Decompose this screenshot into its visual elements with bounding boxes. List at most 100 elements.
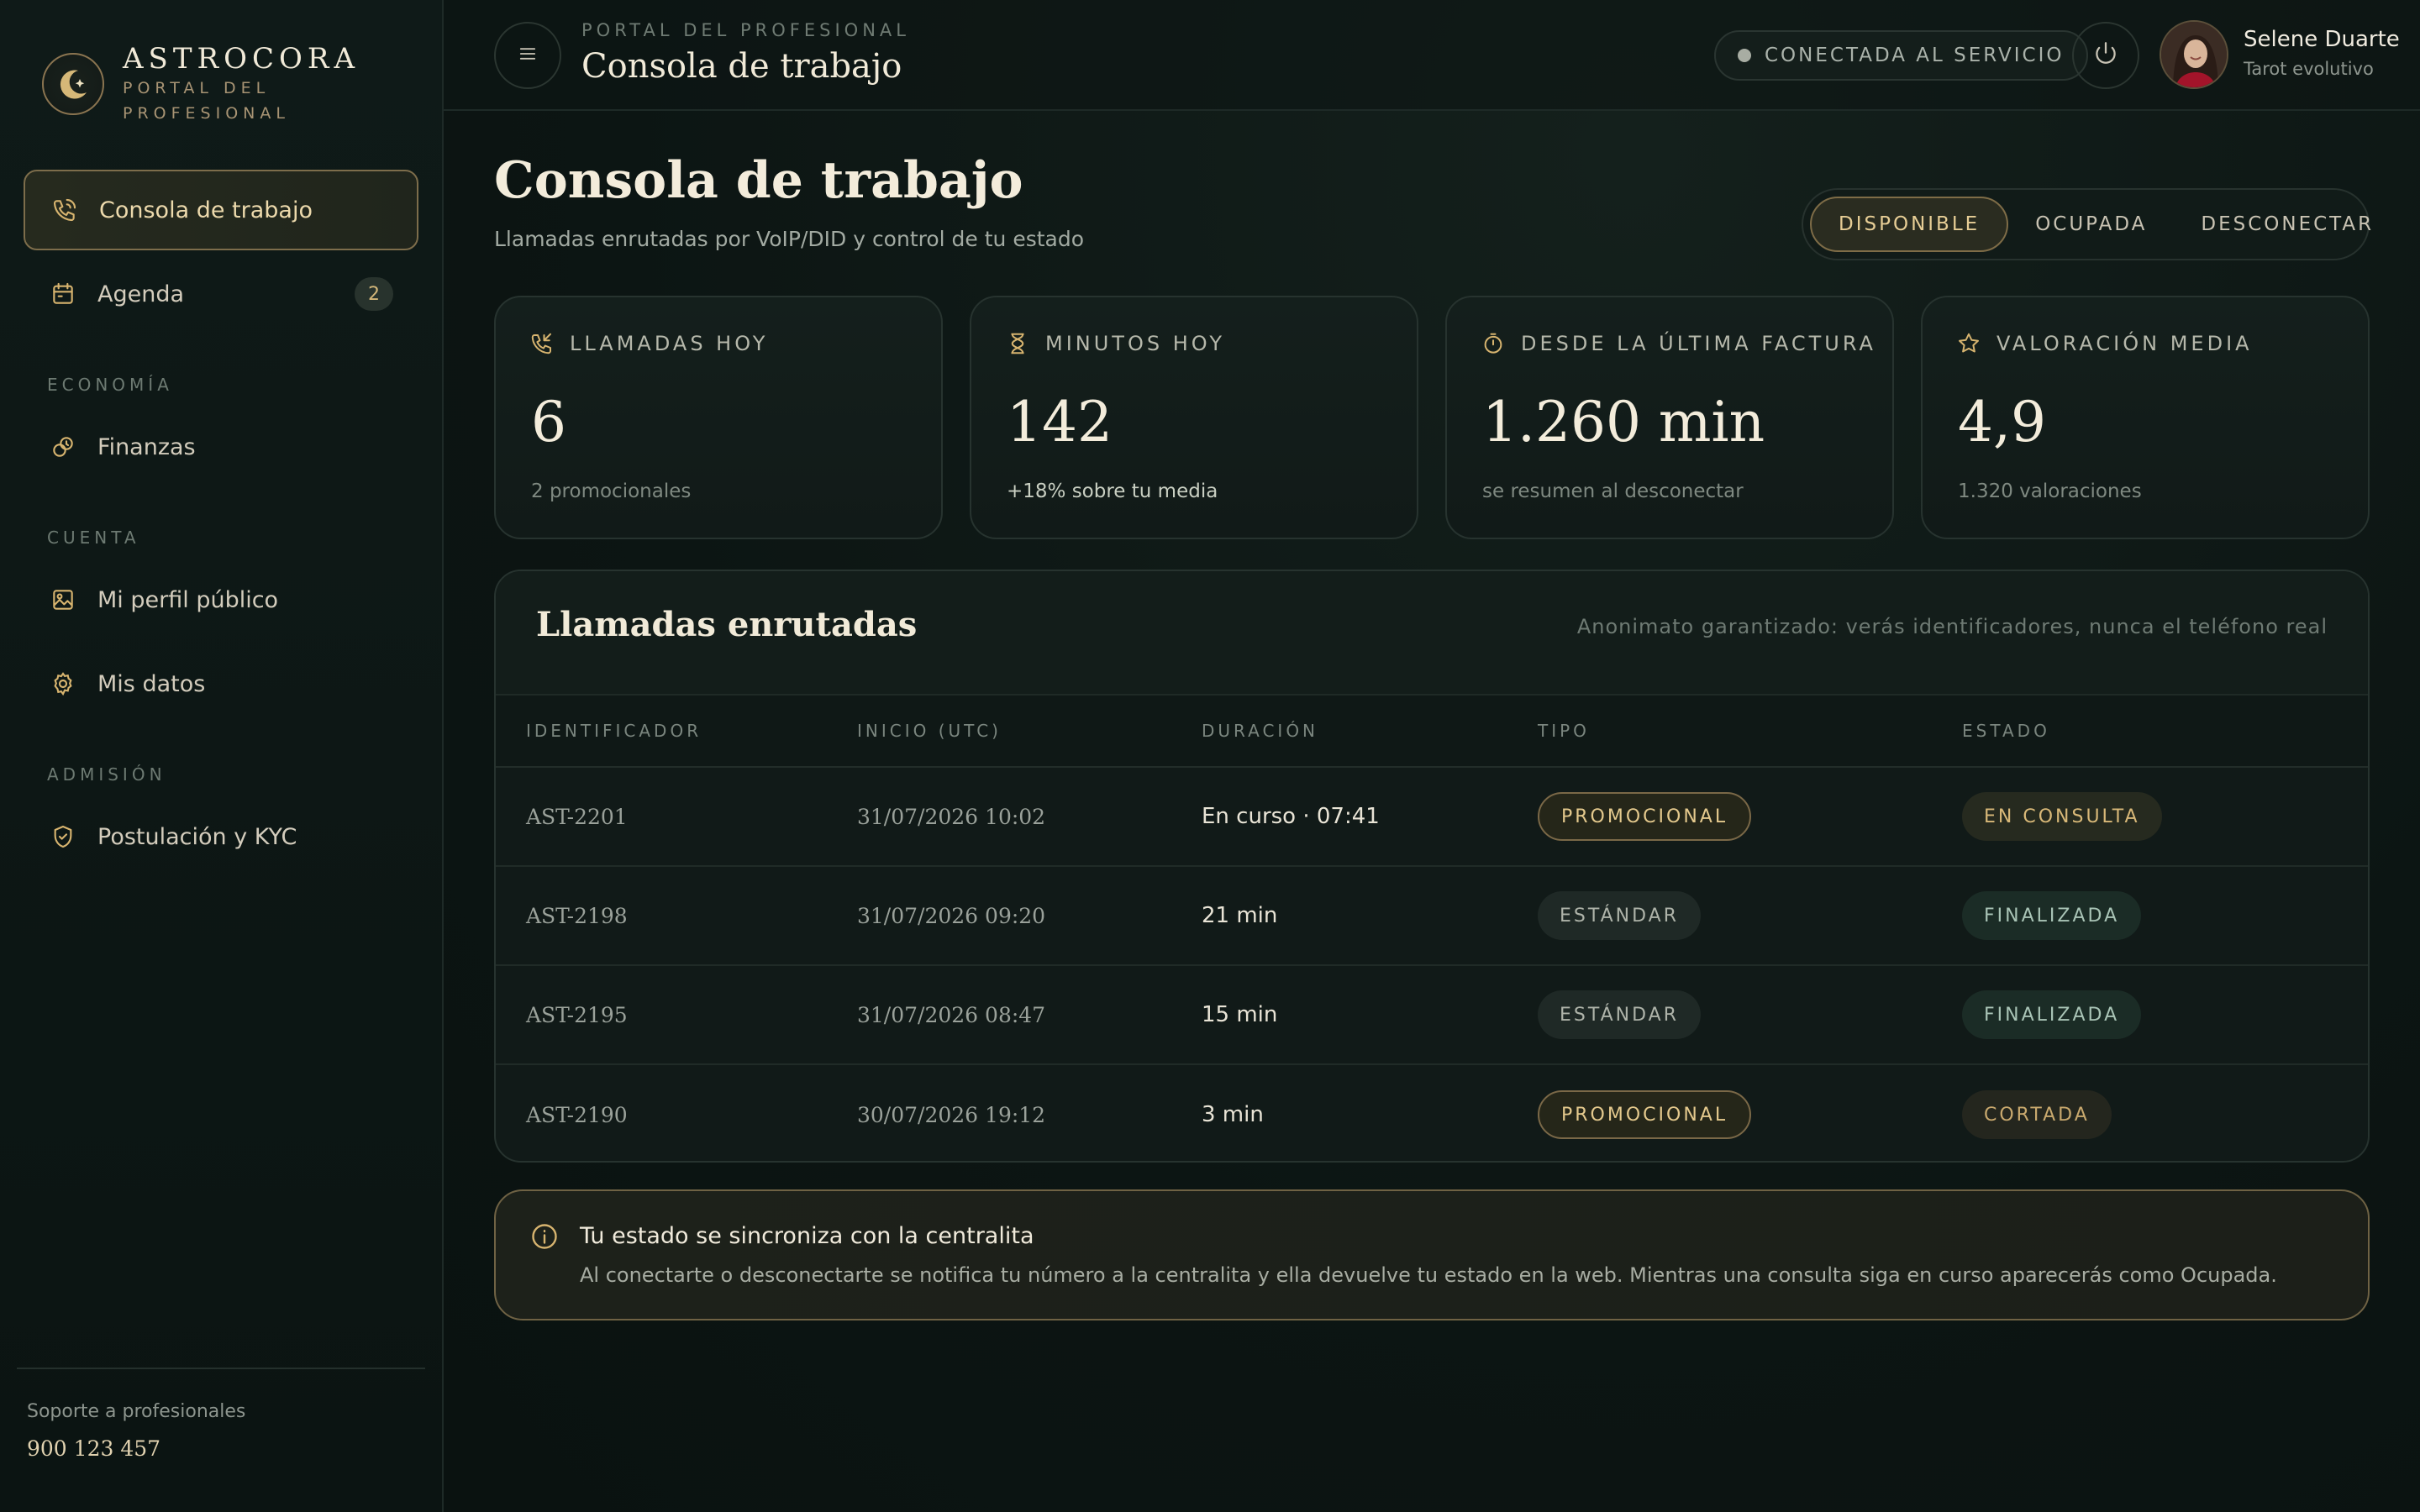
avatar[interactable] bbox=[2160, 20, 2228, 89]
call-start: 31/07/2026 10:02 bbox=[857, 804, 1046, 829]
section-economia-title: ECONOMÍA bbox=[47, 375, 173, 395]
type-badge: ESTÁNDAR bbox=[1538, 990, 1701, 1039]
image-icon bbox=[49, 585, 77, 614]
stopwatch-icon bbox=[1481, 331, 1506, 356]
call-start: 30/07/2026 19:12 bbox=[857, 1102, 1046, 1127]
call-duration: 3 min bbox=[1202, 1102, 1264, 1127]
connection-status: CONECTADA AL SERVICIO bbox=[1714, 30, 2088, 81]
sidebar-item-kyc[interactable]: Postulación y KYC bbox=[24, 796, 418, 877]
star-icon bbox=[1956, 331, 1981, 356]
calls-panel: Llamadas enrutadas Anonimato garantizado… bbox=[494, 570, 2370, 1163]
call-duration: En curso · 07:41 bbox=[1202, 804, 1380, 829]
status-badge: CORTADA bbox=[1962, 1090, 2112, 1139]
hamburger-icon bbox=[516, 42, 539, 69]
table-row[interactable]: AST-2198 31/07/2026 09:20 21 min ESTÁNDA… bbox=[496, 867, 2368, 966]
page-title: Consola de trabajo bbox=[494, 151, 1023, 210]
agenda-count-badge: 2 bbox=[355, 277, 393, 311]
info-icon bbox=[529, 1221, 560, 1252]
moon-logo-icon bbox=[42, 53, 104, 115]
section-admision-title: ADMISIÓN bbox=[47, 764, 166, 785]
sidebar-item-label: Agenda bbox=[97, 281, 185, 307]
stat-card-valoracion: VALORACIÓN MEDIA 4,9 1.320 valoraciones bbox=[1921, 296, 2370, 539]
call-id: AST-2190 bbox=[526, 1102, 628, 1127]
stat-card-minutos: MINUTOS HOY 142 +18% sobre tu media bbox=[970, 296, 1418, 539]
call-id: AST-2195 bbox=[526, 1002, 628, 1027]
sidebar-item-label: Mi perfil público bbox=[97, 586, 279, 613]
stat-card-factura: DESDE LA ÚLTIMA FACTURA 1.260 min se res… bbox=[1445, 296, 1894, 539]
call-duration: 21 min bbox=[1202, 903, 1278, 928]
availability-disponible-button[interactable]: DISPONIBLE bbox=[1810, 197, 2009, 252]
power-button[interactable] bbox=[2072, 22, 2139, 89]
menu-button[interactable] bbox=[494, 22, 561, 89]
column-header[interactable]: ESTADO bbox=[1962, 721, 2368, 741]
calendar-icon bbox=[49, 280, 77, 308]
sidebar-item-agenda[interactable]: Agenda 2 bbox=[24, 254, 418, 334]
topbar: PORTAL DEL PROFESIONAL Consola de trabaj… bbox=[444, 0, 2420, 111]
stat-value: 4,9 bbox=[1958, 390, 2046, 454]
table-row[interactable]: AST-2201 31/07/2026 10:02 En curso · 07:… bbox=[496, 768, 2368, 867]
stat-label: VALORACIÓN MEDIA bbox=[1996, 332, 2253, 355]
table-header: IDENTIFICADOR INICIO (UTC) DURACIÓN TIPO… bbox=[496, 696, 2368, 768]
column-header[interactable]: DURACIÓN bbox=[1202, 721, 1538, 741]
notice-body: Al conectarte o desconectarte se notific… bbox=[580, 1263, 2277, 1287]
power-icon bbox=[2091, 39, 2120, 71]
stat-value: 6 bbox=[531, 390, 566, 454]
sidebar-item-mis-datos[interactable]: Mis datos bbox=[24, 643, 418, 724]
connection-status-label: CONECTADA AL SERVICIO bbox=[1765, 45, 2065, 66]
call-id: AST-2198 bbox=[526, 903, 628, 928]
availability-desconectar-button[interactable]: DESCONECTAR bbox=[2174, 197, 2401, 252]
sidebar: ASTROCORA PORTAL DEL PROFESIONAL Consola… bbox=[0, 0, 444, 1512]
topbar-title: Consola de trabajo bbox=[581, 47, 902, 86]
sidebar-item-label: Finanzas bbox=[97, 433, 196, 460]
call-start: 31/07/2026 09:20 bbox=[857, 903, 1046, 928]
column-header[interactable]: INICIO (UTC) bbox=[857, 721, 1202, 741]
user-role: Tarot evolutivo bbox=[2244, 59, 2374, 79]
sidebar-nav: Consola de trabajo Agenda 2 ECONOMÍA Fin… bbox=[24, 170, 418, 880]
stat-label: LLAMADAS HOY bbox=[570, 332, 769, 355]
calls-anonymity-note: Anonimato garantizado: verás identificad… bbox=[1576, 615, 2328, 638]
stat-value: 1.260 min bbox=[1482, 390, 1765, 454]
stat-value: 142 bbox=[1007, 390, 1113, 454]
phone-icon bbox=[50, 196, 79, 224]
status-badge: FINALIZADA bbox=[1962, 990, 2142, 1039]
status-badge: FINALIZADA bbox=[1962, 891, 2142, 940]
phone-incoming-icon bbox=[529, 331, 555, 356]
notice-title: Tu estado se sincroniza con la centralit… bbox=[580, 1223, 1034, 1249]
column-header[interactable]: TIPO bbox=[1538, 721, 1962, 741]
stat-label: DESDE LA ÚLTIMA FACTURA bbox=[1521, 332, 1876, 355]
brand[interactable]: ASTROCORA PORTAL DEL PROFESIONAL bbox=[42, 42, 360, 126]
table-row[interactable]: AST-2195 31/07/2026 08:47 15 min ESTÁNDA… bbox=[496, 966, 2368, 1065]
column-header[interactable]: IDENTIFICADOR bbox=[496, 721, 857, 741]
main: PORTAL DEL PROFESIONAL Consola de trabaj… bbox=[444, 0, 2420, 1512]
availability-ocupada-button[interactable]: OCUPADA bbox=[2008, 197, 2174, 252]
brand-name: ASTROCORA bbox=[123, 42, 360, 76]
table-row[interactable]: AST-2190 30/07/2026 19:12 3 min PROMOCIO… bbox=[496, 1065, 2368, 1161]
app: ASTROCORA PORTAL DEL PROFESIONAL Consola… bbox=[0, 0, 2420, 1512]
support-phone[interactable]: 900 123 457 bbox=[27, 1436, 160, 1461]
status-dot-icon bbox=[1738, 49, 1751, 62]
type-badge: PROMOCIONAL bbox=[1538, 1090, 1752, 1139]
stat-note: 2 promocionales bbox=[531, 480, 692, 502]
gear-icon bbox=[49, 669, 77, 698]
sync-notice: Tu estado se sincroniza con la centralit… bbox=[494, 1189, 2370, 1320]
hourglass-icon bbox=[1005, 331, 1030, 356]
shield-check-icon bbox=[49, 822, 77, 851]
page-subtitle: Llamadas enrutadas por VoIP/DID y contro… bbox=[494, 227, 1085, 251]
user-name: Selene Duarte bbox=[2244, 27, 2400, 52]
call-start: 31/07/2026 08:47 bbox=[857, 1002, 1046, 1027]
call-duration: 15 min bbox=[1202, 1002, 1278, 1027]
sidebar-item-label: Mis datos bbox=[97, 670, 206, 697]
type-badge: PROMOCIONAL bbox=[1538, 792, 1752, 841]
stat-label: MINUTOS HOY bbox=[1045, 332, 1226, 355]
sidebar-item-label: Consola de trabajo bbox=[99, 197, 313, 223]
topbar-eyebrow: PORTAL DEL PROFESIONAL bbox=[581, 20, 910, 40]
coins-icon bbox=[49, 433, 77, 461]
stat-note: 1.320 valoraciones bbox=[1958, 480, 2142, 502]
sidebar-item-finanzas[interactable]: Finanzas bbox=[24, 407, 418, 487]
type-badge: ESTÁNDAR bbox=[1538, 891, 1701, 940]
brand-subtitle: PORTAL DEL PROFESIONAL bbox=[123, 79, 290, 123]
sidebar-item-perfil[interactable]: Mi perfil público bbox=[24, 559, 418, 640]
sidebar-item-consola[interactable]: Consola de trabajo bbox=[24, 170, 418, 250]
section-cuenta-title: CUENTA bbox=[47, 528, 140, 548]
stats-row: LLAMADAS HOY 6 2 promocionales MINUTOS H… bbox=[494, 296, 2370, 539]
